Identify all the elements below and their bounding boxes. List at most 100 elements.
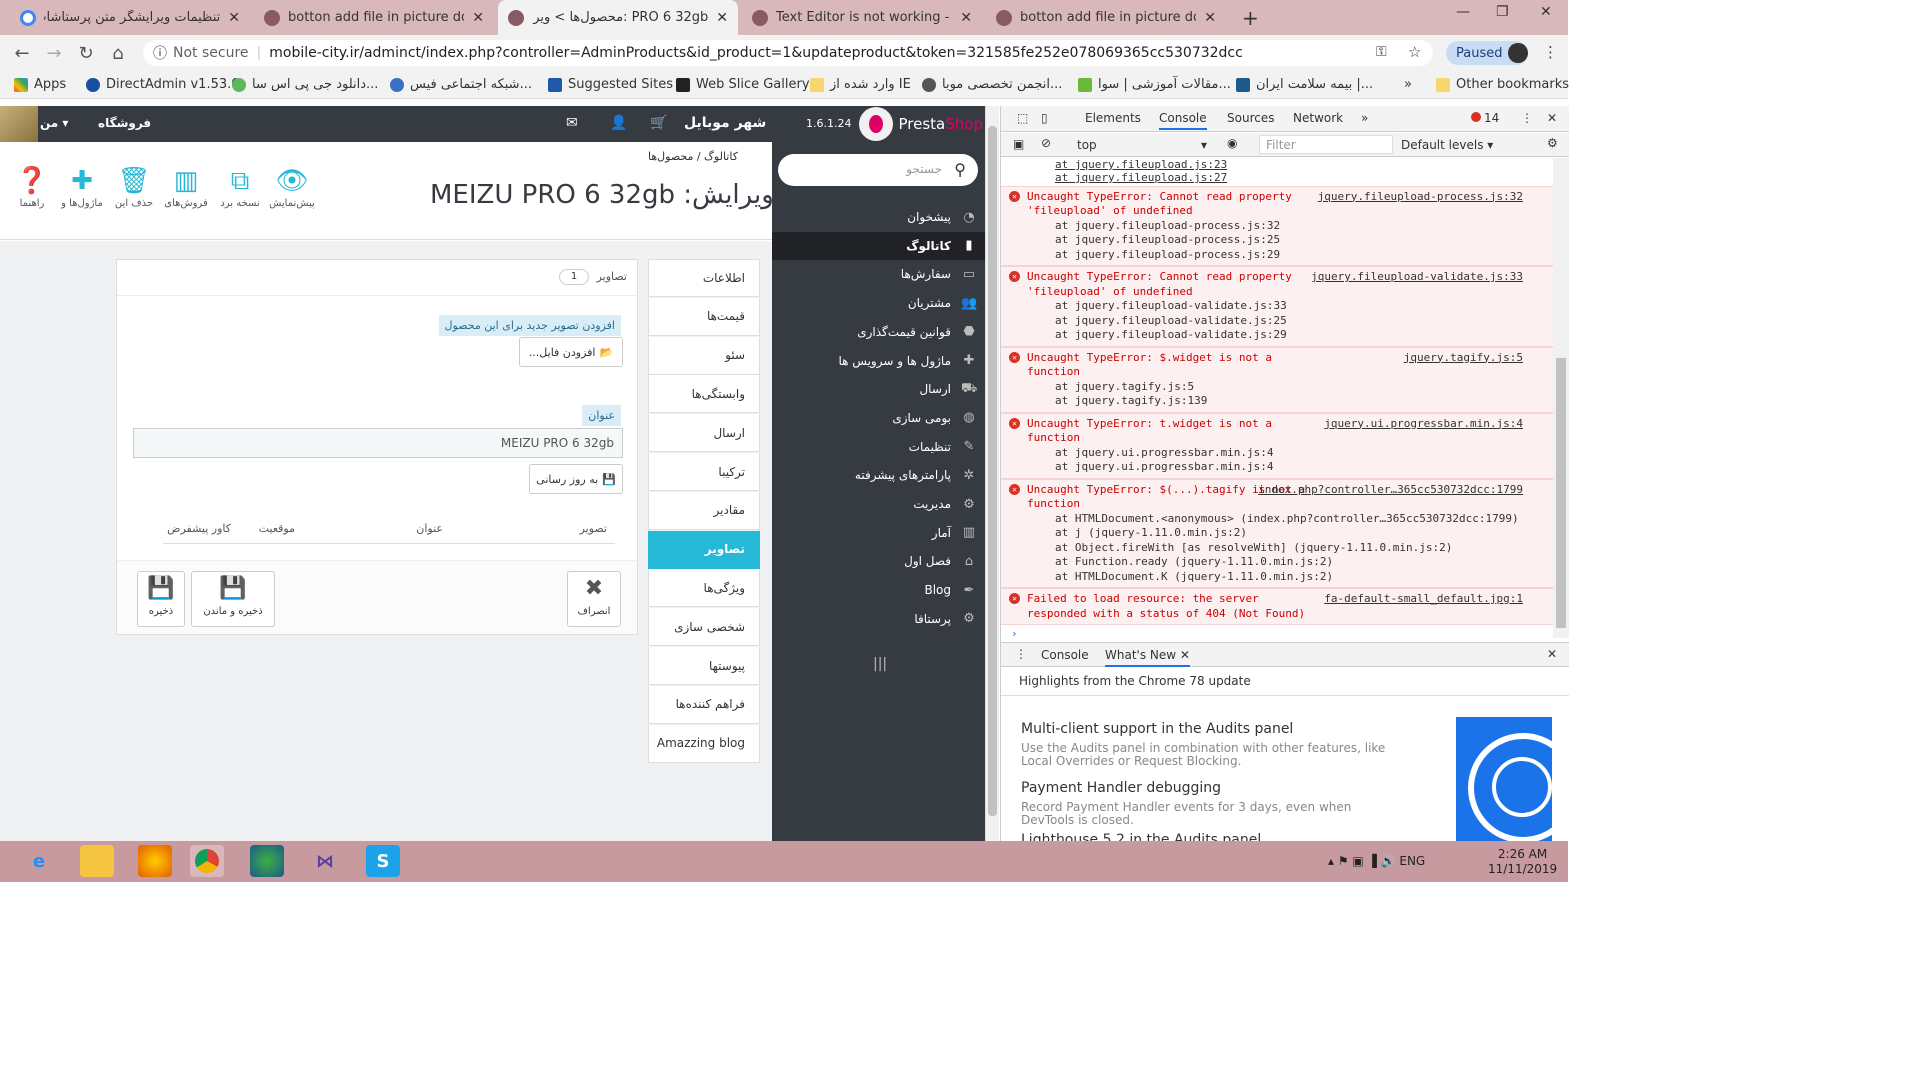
reload-icon[interactable]: ↻ xyxy=(70,43,102,64)
bookmark-forum[interactable]: انجمن تخصصی موبا... xyxy=(922,77,1062,92)
sidebar-item[interactable]: تنظیمات ✎ xyxy=(772,433,985,461)
product-tab[interactable]: Amazzing blog xyxy=(648,724,760,763)
visual-studio-icon[interactable]: ⋈ xyxy=(308,845,342,877)
error-source-link[interactable]: jquery.fileupload-process.js:32 xyxy=(1318,190,1523,205)
info-icon[interactable]: ⓘ xyxy=(153,43,167,63)
product-tab[interactable]: ویژگی‌ها xyxy=(648,569,760,608)
sidebar-item[interactable]: آمار ▥ xyxy=(772,519,985,547)
language-indicator[interactable]: ENG xyxy=(1399,854,1425,868)
close-icon[interactable]: ✕ xyxy=(1180,648,1190,662)
modules-button[interactable]: ✚ ماژول‌ها و xyxy=(54,164,110,209)
user-icon[interactable]: 👤 xyxy=(610,115,627,131)
error-source-link[interactable]: jquery.ui.progressbar.min.js:4 xyxy=(1324,417,1523,432)
bookmark-apps[interactable]: Apps xyxy=(14,77,66,92)
stack-line[interactable]: at jquery.fileupload-process.js:25 xyxy=(1027,233,1523,248)
browser-tab-1[interactable]: تنظیمات ویرایشگر متن پرستاشاپ - ✕ xyxy=(10,0,250,35)
stack-line[interactable]: at jquery.tagify.js:5 xyxy=(1027,380,1523,395)
cancel-button[interactable]: ✖ انصراف xyxy=(567,571,621,627)
key-icon[interactable]: ⚿ xyxy=(1376,44,1387,60)
duplicate-button[interactable]: ⧉ نسخه برد xyxy=(212,164,268,209)
profile-paused-button[interactable]: Paused xyxy=(1446,41,1528,65)
stack-line[interactable]: at jquery.fileupload-validate.js:33 xyxy=(1027,299,1523,314)
tab-console[interactable]: Console xyxy=(1159,111,1207,130)
stack-line[interactable]: at jquery.ui.progressbar.min.js:4 xyxy=(1027,446,1523,461)
settings-menu-icon[interactable]: ⋮ xyxy=(1521,111,1533,125)
breadcrumb[interactable]: کاتالوگ / محصول‌ها xyxy=(648,150,738,163)
stack-line[interactable]: at jquery.tagify.js:139 xyxy=(1027,394,1523,409)
stack-line[interactable]: at HTMLDocument.<anonymous> (index.php?c… xyxy=(1027,512,1523,527)
collapse-menu-icon[interactable]: ||| xyxy=(873,656,887,672)
page-scrollbar[interactable] xyxy=(985,106,999,841)
bookmark-other[interactable]: Other bookmarks xyxy=(1436,77,1569,92)
drawer-tab-console[interactable]: Console xyxy=(1041,648,1089,662)
inspect-icon[interactable]: ⬚ xyxy=(1017,111,1028,125)
tab-sources[interactable]: Sources xyxy=(1227,111,1274,125)
sidebar-item[interactable]: پارامترهای پیشرفته ✲ xyxy=(772,461,985,489)
close-devtools-icon[interactable]: ✕ xyxy=(1547,111,1557,125)
employee-menu[interactable]: من ▾ xyxy=(40,116,68,130)
star-icon[interactable]: ☆ xyxy=(1408,43,1421,61)
scrollbar-thumb[interactable] xyxy=(988,126,997,816)
feature-title[interactable]: Payment Handler debugging xyxy=(1021,780,1221,796)
sidebar-item[interactable]: پرستافا ⚙ xyxy=(772,605,985,633)
help-button[interactable]: ❓ راهنما xyxy=(4,164,60,209)
firefox-icon[interactable] xyxy=(138,845,172,877)
tab-network[interactable]: Network xyxy=(1293,111,1343,125)
sidebar-item[interactable]: ماژول ها و سرویس ها ✚ xyxy=(772,347,985,375)
prestashop-logo[interactable]: PrestaShop xyxy=(858,106,985,142)
new-tab-icon[interactable]: + xyxy=(1242,6,1259,30)
close-drawer-icon[interactable]: ✕ xyxy=(1547,647,1557,661)
sidebar-item[interactable]: پیشخوان ◔ xyxy=(772,203,985,231)
browser-tab-4[interactable]: Text Editor is not working - Gene ✕ xyxy=(742,0,982,35)
sidebar-item[interactable]: مشتریان 👥 xyxy=(772,289,985,317)
ie-icon[interactable]: e xyxy=(22,845,56,877)
globe-app-icon[interactable] xyxy=(250,845,284,877)
stack-line[interactable]: at j (jquery-1.11.0.min.js:2) xyxy=(1027,526,1523,541)
stack-line[interactable]: at jquery.fileupload-validate.js:29 xyxy=(1027,328,1523,343)
update-button[interactable]: 💾 به روز رسانی xyxy=(529,464,623,494)
stack-line[interactable]: at HTMLDocument.K (jquery-1.11.0.min.js:… xyxy=(1027,570,1523,585)
close-icon[interactable]: ✕ xyxy=(960,10,972,26)
minimize-icon[interactable]: — xyxy=(1456,4,1470,20)
device-toolbar-icon[interactable]: ▯ xyxy=(1041,111,1048,125)
console-error[interactable]: ✕ index.php?controller…365cc530732dcc:179… xyxy=(1001,478,1553,588)
console-error[interactable]: ✕ fa-default-small_default.jpg:1 Failed to… xyxy=(1001,588,1553,625)
eye-icon[interactable]: ◉ xyxy=(1227,136,1237,150)
stack-link[interactable]: at jquery.fileupload.js:23 xyxy=(1055,158,1227,171)
search-icon[interactable]: ⚲ xyxy=(954,160,966,179)
product-tab[interactable]: تصاویر xyxy=(648,530,760,569)
drawer-menu-icon[interactable]: ⋮ xyxy=(1015,647,1027,661)
view-store-link[interactable]: فروشگاه xyxy=(98,116,151,130)
bookmark-articles[interactable]: مقالات آموزشی | سوا... xyxy=(1078,77,1231,92)
home-icon[interactable]: ⌂ xyxy=(102,43,134,64)
back-icon[interactable]: ← xyxy=(6,43,38,64)
file-explorer-icon[interactable] xyxy=(80,845,114,877)
drawer-tab-whats-new[interactable]: What's New ✕ xyxy=(1105,648,1190,667)
bookmark-suggested[interactable]: Suggested Sites xyxy=(548,77,673,92)
error-source-link[interactable]: jquery.tagify.js:5 xyxy=(1404,351,1523,366)
clock[interactable]: 2:26 AM 11/11/2019 xyxy=(1488,847,1557,877)
browser-tab-3[interactable]: PRO 6 32gb :محصول‌ها > ویرایش ✕ xyxy=(498,0,738,35)
sidebar-toggle-icon[interactable]: ▣ xyxy=(1013,137,1024,151)
stack-line[interactable]: at jquery.ui.progressbar.min.js:4 xyxy=(1027,460,1523,475)
bookmark-directadmin[interactable]: DirectAdmin v1.53.0 xyxy=(86,77,240,92)
sidebar-item[interactable]: فصل اول ⌂ xyxy=(772,547,985,575)
sidebar-item[interactable]: بومی سازی ◍ xyxy=(772,404,985,432)
sidebar-item[interactable]: سفارش‌ها ▭ xyxy=(772,260,985,288)
sidebar-item[interactable]: کاتالوگ ▮ xyxy=(772,231,985,260)
clear-console-icon[interactable]: ⊘ xyxy=(1041,136,1051,150)
maximize-icon[interactable]: ❐ xyxy=(1496,4,1509,20)
system-tray[interactable]: ▴ ⚑ ▣ ▐ 🔊 ENG xyxy=(1328,854,1425,868)
stack-line[interactable]: at Function.ready (jquery-1.11.0.min.js:… xyxy=(1027,555,1523,570)
error-source-link[interactable]: fa-default-small_default.jpg:1 xyxy=(1324,592,1523,607)
preview-button[interactable]: 👁 پیش‌نمایش xyxy=(264,164,320,209)
url-text[interactable]: mobile-city.ir/adminct/index.php?control… xyxy=(269,45,1243,61)
console-error[interactable]: ✕ jquery.tagify.js:5 Uncaught TypeError: $… xyxy=(1001,346,1553,413)
feature-title[interactable]: Multi-client support in the Audits panel xyxy=(1021,721,1293,737)
close-icon[interactable]: ✕ xyxy=(716,10,728,26)
sidebar-item[interactable]: قوانین قیمت‌گذاری ⬣ xyxy=(772,318,985,346)
stack-line[interactable]: at jquery.fileupload-validate.js:25 xyxy=(1027,314,1523,329)
stack-line[interactable]: at jquery.fileupload-process.js:29 xyxy=(1027,248,1523,263)
close-icon[interactable]: ✕ xyxy=(228,10,240,26)
close-icon[interactable]: ✕ xyxy=(472,10,484,26)
